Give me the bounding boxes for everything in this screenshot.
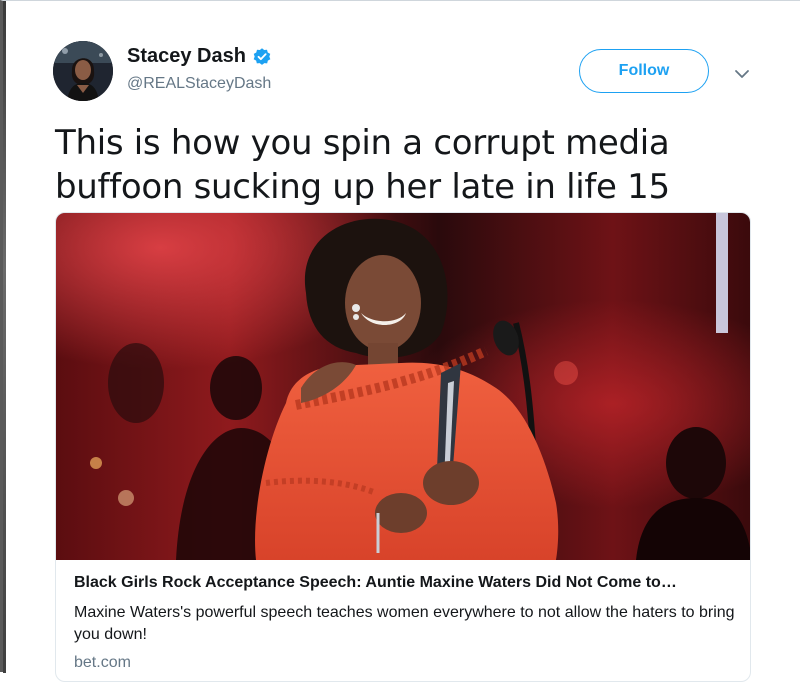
author-name-text: Stacey Dash bbox=[127, 45, 246, 67]
follow-button[interactable]: Follow bbox=[579, 49, 709, 93]
card-domain[interactable]: bet.com bbox=[74, 654, 131, 672]
author-handle[interactable]: @REALStaceyDash bbox=[127, 75, 271, 93]
avatar[interactable] bbox=[53, 41, 113, 101]
avatar-photo bbox=[53, 41, 113, 101]
chevron-down-icon[interactable] bbox=[733, 65, 751, 83]
tweet-container: Stacey Dash @REALStaceyDash Follow This … bbox=[0, 0, 800, 682]
card-image[interactable] bbox=[56, 213, 750, 560]
card-description: Maxine Waters's powerful speech teaches … bbox=[74, 604, 735, 643]
card-photo bbox=[56, 213, 750, 560]
author-name[interactable]: Stacey Dash bbox=[127, 45, 272, 68]
link-card[interactable]: Black Girls Rock Acceptance Speech: Aunt… bbox=[55, 212, 751, 682]
verified-badge-icon bbox=[253, 47, 271, 65]
card-title[interactable]: Black Girls Rock Acceptance Speech: Aunt… bbox=[74, 574, 744, 592]
